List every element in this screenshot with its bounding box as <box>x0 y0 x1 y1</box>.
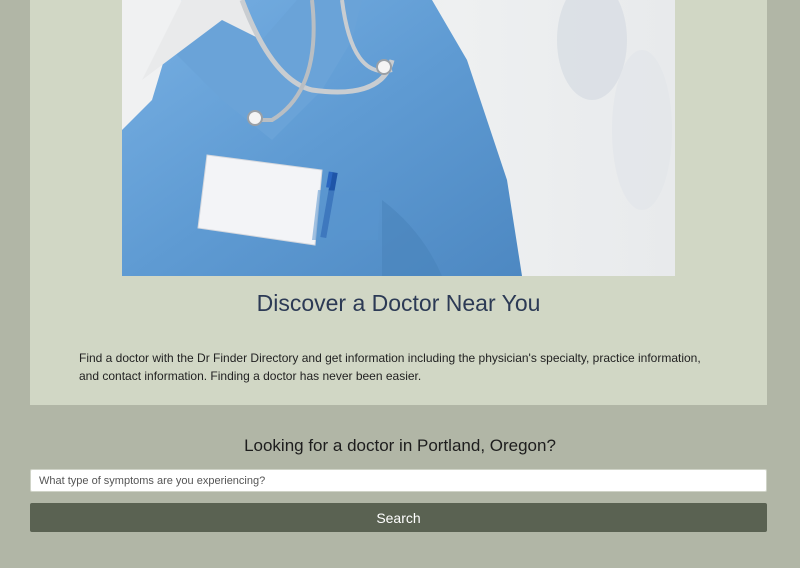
page: Discover a Doctor Near You Find a doctor… <box>0 0 800 568</box>
search-button[interactable]: Search <box>30 503 767 532</box>
hero-image <box>122 0 675 276</box>
hero-title: Discover a Doctor Near You <box>256 290 541 316</box>
symptoms-search-input[interactable] <box>30 469 767 492</box>
hero-description: Find a doctor with the Dr Finder Directo… <box>79 351 701 383</box>
search-heading: Looking for a doctor in Portland, Oregon… <box>244 436 556 455</box>
doctor-photo <box>122 0 675 276</box>
hero-card: Discover a Doctor Near You Find a doctor… <box>30 0 767 405</box>
